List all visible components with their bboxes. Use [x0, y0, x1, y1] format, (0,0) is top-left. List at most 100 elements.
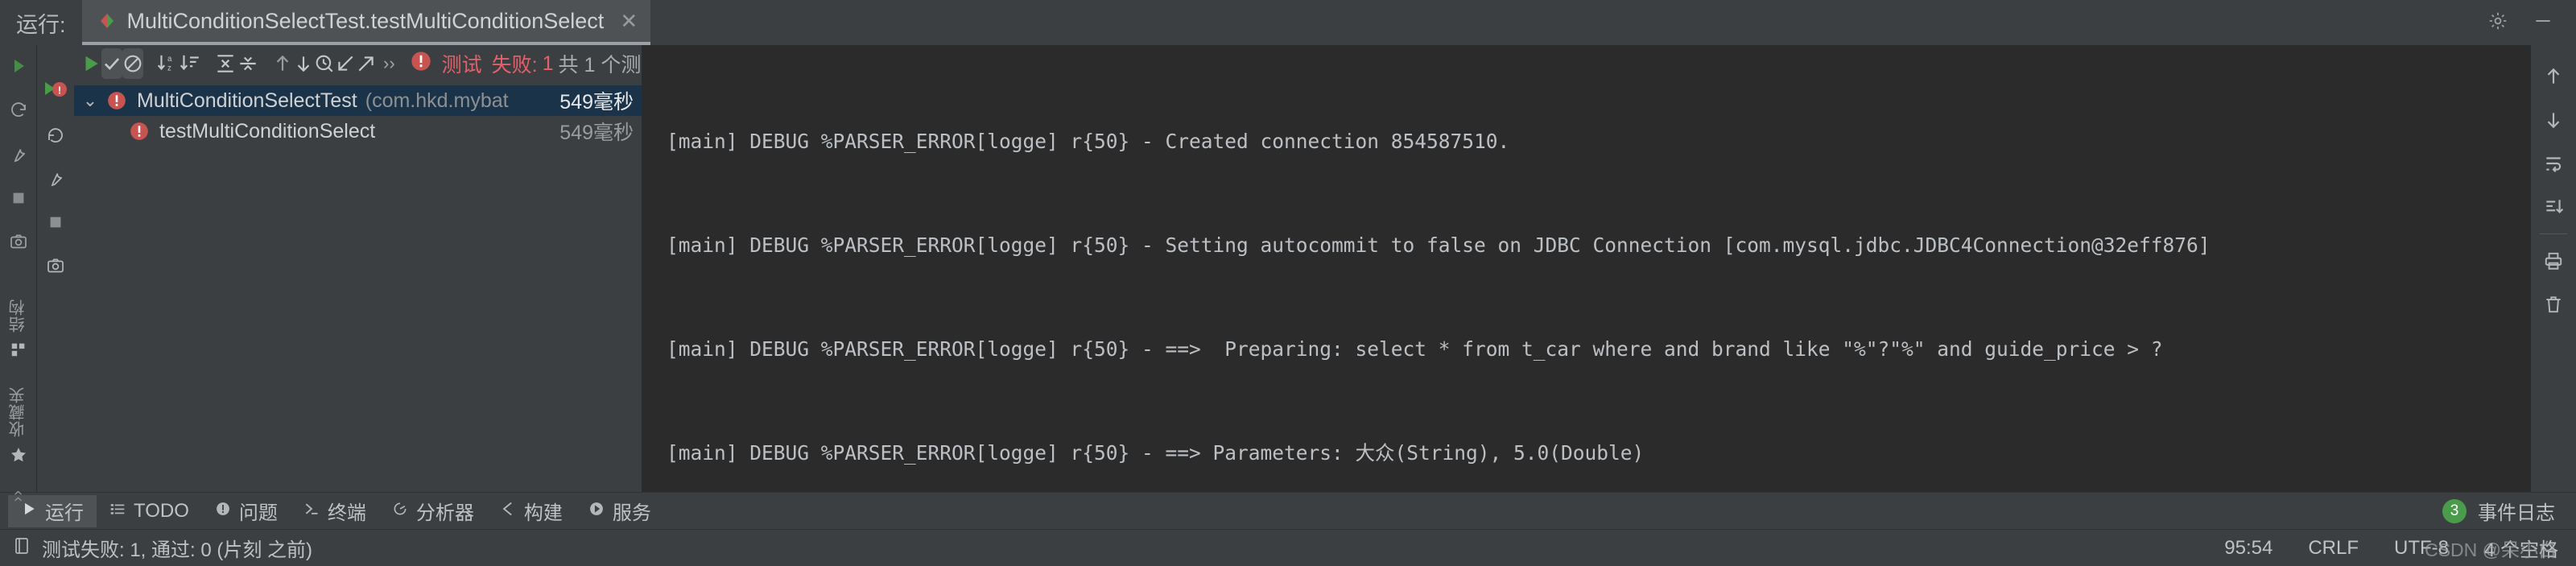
tool-window-todo-label: TODO — [134, 499, 189, 522]
stop-icon[interactable] — [10, 189, 27, 211]
terminal-icon — [303, 500, 320, 523]
clear-all-button[interactable] — [2543, 283, 2564, 326]
console-text[interactable]: [main] DEBUG %PARSER_ERROR[logge] r{50} … — [644, 45, 2531, 492]
left-tool-strip: 结构 收藏夹 ›› — [0, 45, 37, 502]
tool-window-profiler[interactable]: 分析器 — [379, 495, 487, 527]
build-tool-icon[interactable] — [9, 145, 28, 168]
camera-icon[interactable] — [46, 256, 65, 279]
toggle-auto-test-icon[interactable] — [46, 169, 65, 192]
tab-title: MultiConditionSelectTest.testMultiCondit… — [126, 8, 605, 33]
test-class-name: MultiConditionSelectTest — [137, 89, 357, 112]
tool-window-run-label: 运行 — [45, 502, 84, 524]
test-results-panel: a z ›› 测试 失败: 1 共 1 个测试 ⌄ MultiCondition… — [74, 45, 766, 492]
show-passed-button[interactable] — [101, 48, 122, 79]
sort-az-button[interactable]: a z — [156, 48, 179, 79]
expand-all-button[interactable] — [214, 48, 237, 79]
status-failed-label: 失败: — [491, 54, 538, 76]
ide-run-tool-window: 运行: MultiConditionSelectTest.testMultiCo… — [0, 0, 2576, 566]
svg-text:!: ! — [58, 85, 61, 97]
event-log-badge: 3 — [2442, 498, 2467, 523]
run-body: 结构 收藏夹 ›› ! a z ›› 测试 失败: 1 共 1 个测试 ⌄ Mu… — [0, 45, 2576, 502]
import-results-button[interactable] — [335, 48, 356, 79]
tool-window-problems-label: 问题 — [238, 502, 278, 524]
caret-position[interactable]: 95:54 — [2224, 537, 2273, 560]
screenshot-icon[interactable] — [9, 232, 28, 255]
print-button[interactable] — [2543, 239, 2564, 283]
console-line: [main] DEBUG %PARSER_ERROR[logge] r{50} … — [667, 337, 2163, 361]
console-gutter — [644, 45, 649, 492]
rerun-gutter-icon[interactable]: ! — [43, 79, 68, 104]
line-separator[interactable]: CRLF — [2308, 537, 2359, 560]
console-output-panel[interactable]: [main] DEBUG %PARSER_ERROR[logge] r{50} … — [642, 45, 2531, 492]
rerun-button[interactable] — [80, 48, 101, 79]
tool-window-terminal-label: 终端 — [327, 502, 366, 524]
tool-window-services[interactable]: 服务 — [576, 495, 664, 527]
favorites-label: 收藏夹 — [10, 386, 27, 437]
list-icon — [109, 500, 126, 523]
test-duration: 549毫秒 — [553, 86, 634, 115]
structure-tool-button[interactable]: 结构 — [6, 299, 30, 362]
tool-window-bar: 运行 TODO 问题 终端 分析器 构建 服务 3 事件日志 — [0, 492, 2576, 529]
build-icon — [500, 500, 516, 523]
run-titlebar: 运行: MultiConditionSelectTest.testMultiCo… — [0, 0, 2576, 45]
history-button[interactable] — [314, 48, 335, 79]
sort-duration-button[interactable] — [179, 48, 201, 79]
tool-window-terminal[interactable]: 终端 — [291, 495, 379, 527]
titlebar-actions — [2487, 10, 2576, 35]
chevron-down-icon[interactable]: ⌄ — [74, 90, 106, 111]
chevron-double-right-icon[interactable]: ›› — [377, 53, 402, 74]
minimize-icon[interactable] — [2533, 10, 2553, 35]
error-circle-icon — [410, 50, 432, 78]
structure-label: 结构 — [10, 299, 27, 333]
svg-text:z: z — [167, 64, 171, 73]
file-encoding[interactable]: UTF-8 — [2394, 537, 2449, 560]
refresh-icon[interactable] — [9, 101, 28, 124]
tool-window-build-label: 构建 — [523, 502, 563, 524]
document-icon — [13, 536, 31, 560]
next-failed-button[interactable] — [293, 48, 314, 79]
console-tool-strip — [2531, 45, 2576, 492]
event-log-area[interactable]: 3 事件日志 — [2442, 497, 2576, 525]
tool-window-todo[interactable]: TODO — [97, 495, 202, 527]
favorites-tool-button[interactable]: 收藏夹 — [6, 386, 30, 469]
test-run-icon — [98, 12, 116, 30]
indent-setting[interactable]: 4 个空格 — [2484, 534, 2558, 562]
more-tool-windows[interactable]: ›› — [9, 490, 27, 502]
gear-icon[interactable] — [2487, 10, 2508, 35]
run-icon[interactable] — [9, 56, 28, 80]
rerun-failed-icon[interactable] — [46, 125, 65, 148]
tool-window-problems[interactable]: 问题 — [202, 495, 291, 527]
star-icon — [9, 445, 28, 469]
test-toolbar: a z ›› 测试 失败: 1 共 1 个测试 — [74, 45, 766, 82]
error-circle-icon — [106, 90, 127, 111]
console-line: [main] DEBUG %PARSER_ERROR[logge] r{50} … — [667, 441, 1645, 465]
test-tree[interactable]: ⌄ MultiConditionSelectTest (com.hkd.myba… — [74, 82, 642, 492]
scroll-to-end-button[interactable] — [2543, 185, 2564, 229]
console-line: [main] DEBUG %PARSER_ERROR[logge] r{50} … — [667, 233, 2211, 257]
event-log-label: 事件日志 — [2478, 502, 2555, 524]
test-duration: 549毫秒 — [559, 122, 634, 144]
scroll-down-button[interactable] — [2543, 98, 2564, 142]
test-method-name: testMultiConditionSelect — [159, 119, 376, 143]
hide-ignored-button[interactable] — [122, 48, 143, 79]
close-icon[interactable]: ✕ — [620, 10, 638, 31]
export-results-button[interactable] — [356, 48, 377, 79]
run-configuration-tab[interactable]: MultiConditionSelectTest.testMultiCondit… — [81, 0, 651, 45]
collapse-all-button[interactable] — [237, 48, 259, 79]
status-failed-count: 1 — [542, 52, 554, 75]
tool-window-build[interactable]: 构建 — [487, 495, 576, 527]
run-gutter-strip: ! — [37, 45, 74, 492]
scroll-up-button[interactable] — [2543, 55, 2564, 98]
stop-process-icon[interactable] — [47, 213, 64, 235]
tool-separator — [2540, 233, 2567, 234]
table-row[interactable]: testMultiConditionSelect 549毫秒 — [74, 116, 642, 147]
soft-wrap-button[interactable] — [2543, 142, 2564, 185]
previous-failed-button[interactable] — [272, 48, 293, 79]
play-icon — [21, 500, 37, 523]
status-bar-message-area: 测试失败: 1, 通过: 0 (片刻 之前) — [13, 534, 312, 562]
problems-icon — [215, 500, 231, 523]
run-label: 运行: — [16, 12, 66, 37]
tool-window-profiler-label: 分析器 — [415, 502, 474, 524]
table-row[interactable]: ⌄ MultiConditionSelectTest (com.hkd.myba… — [74, 85, 642, 116]
test-class-package: (com.hkd.mybat — [365, 89, 509, 112]
